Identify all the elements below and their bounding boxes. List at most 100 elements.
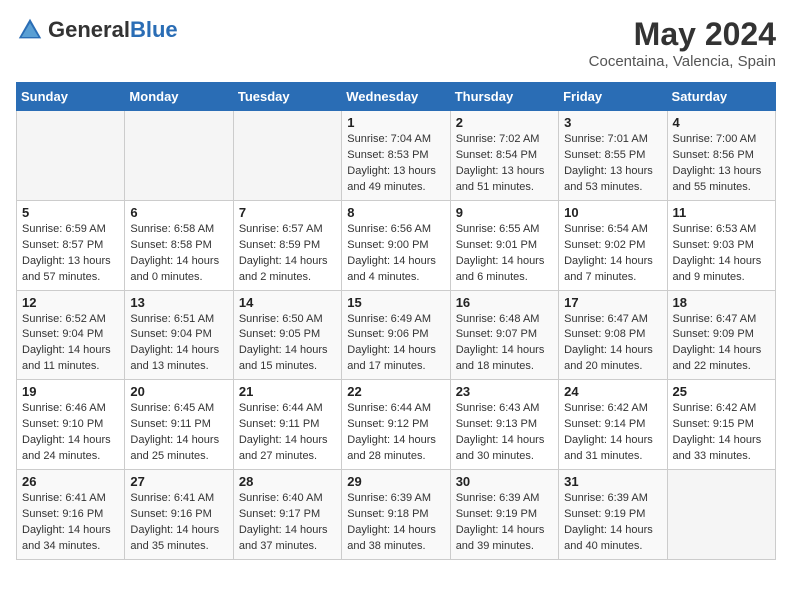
calendar-day-cell: 6Sunrise: 6:58 AMSunset: 8:58 PMDaylight…	[125, 200, 233, 290]
day-info: Sunrise: 6:39 AMSunset: 9:19 PMDaylight:…	[456, 491, 553, 555]
calendar-header-friday: Friday	[559, 83, 667, 111]
calendar-day-cell: 16 Sunrise: 6:48 AMSunset: 9:07 PMDayligh…	[450, 290, 558, 380]
day-number: 10	[564, 205, 661, 220]
day-info: Sunrise: 6:48 AMSunset: 9:07 PMDaylight:…	[456, 312, 553, 376]
calendar-week-row: 19 Sunrise: 6:46 AMSunset: 9:10 PMDayligh…	[17, 380, 776, 470]
day-info: Sunrise: 6:57 AMSunset: 8:59 PMDaylight:…	[239, 222, 336, 286]
day-number: 2	[456, 115, 553, 130]
day-info: Sunrise: 6:55 AMSunset: 9:01 PMDaylight:…	[456, 222, 553, 286]
calendar-day-cell	[125, 111, 233, 201]
calendar-day-cell: 3Sunrise: 7:01 AMSunset: 8:55 PMDaylight…	[559, 111, 667, 201]
calendar-header-sunday: Sunday	[17, 83, 125, 111]
day-number: 16	[456, 295, 553, 310]
calendar-day-cell: 18Sunrise: 6:47 AMSunset: 9:09 PMDayligh…	[667, 290, 775, 380]
day-info: Sunrise: 6:43 AMSunset: 9:13 PMDaylight:…	[456, 401, 553, 465]
calendar-day-cell: 30 Sunrise: 6:39 AMSunset: 9:19 PMDayligh…	[450, 470, 558, 560]
day-number: 8	[347, 205, 444, 220]
day-info: Sunrise: 6:47 AMSunset: 9:08 PMDaylight:…	[564, 312, 661, 376]
calendar-header-thursday: Thursday	[450, 83, 558, 111]
day-info: Sunrise: 7:01 AMSunset: 8:55 PMDaylight:…	[564, 132, 661, 196]
day-number: 31	[564, 474, 661, 489]
day-info: Sunrise: 7:00 AMSunset: 8:56 PMDaylight:…	[673, 132, 770, 196]
calendar-day-cell	[667, 470, 775, 560]
day-info: Sunrise: 6:50 AMSunset: 9:05 PMDaylight:…	[239, 312, 336, 376]
day-info: Sunrise: 6:51 AMSunset: 9:04 PMDaylight:…	[130, 312, 227, 376]
day-number: 15	[347, 295, 444, 310]
calendar-day-cell: 14 Sunrise: 6:50 AMSunset: 9:05 PMDayligh…	[233, 290, 341, 380]
day-info: Sunrise: 6:41 AMSunset: 9:16 PMDaylight:…	[130, 491, 227, 555]
day-number: 19	[22, 384, 119, 399]
day-info: Sunrise: 6:40 AMSunset: 9:17 PMDaylight:…	[239, 491, 336, 555]
calendar-header-row: SundayMondayTuesdayWednesdayThursdayFrid…	[17, 83, 776, 111]
generalblue-logo-icon	[16, 16, 44, 44]
calendar-day-cell: 7Sunrise: 6:57 AMSunset: 8:59 PMDaylight…	[233, 200, 341, 290]
day-info: Sunrise: 7:02 AMSunset: 8:54 PMDaylight:…	[456, 132, 553, 196]
day-number: 17	[564, 295, 661, 310]
calendar-day-cell: 19 Sunrise: 6:46 AMSunset: 9:10 PMDayligh…	[17, 380, 125, 470]
calendar-day-cell: 5Sunrise: 6:59 AMSunset: 8:57 PMDaylight…	[17, 200, 125, 290]
calendar-day-cell	[233, 111, 341, 201]
calendar-day-cell: 24Sunrise: 6:42 AMSunset: 9:14 PMDayligh…	[559, 380, 667, 470]
day-number: 29	[347, 474, 444, 489]
calendar-day-cell: 2 Sunrise: 7:02 AMSunset: 8:54 PMDaylight…	[450, 111, 558, 201]
day-info: Sunrise: 6:41 AMSunset: 9:16 PMDaylight:…	[22, 491, 119, 555]
day-number: 27	[130, 474, 227, 489]
calendar-day-cell: 10 Sunrise: 6:54 AMSunset: 9:02 PMDayligh…	[559, 200, 667, 290]
calendar-day-cell	[17, 111, 125, 201]
day-number: 14	[239, 295, 336, 310]
day-number: 25	[673, 384, 770, 399]
day-number: 30	[456, 474, 553, 489]
logo-text: GeneralBlue	[48, 17, 178, 43]
day-number: 26	[22, 474, 119, 489]
calendar-header-tuesday: Tuesday	[233, 83, 341, 111]
calendar-day-cell: 17 Sunrise: 6:47 AMSunset: 9:08 PMDayligh…	[559, 290, 667, 380]
day-number: 23	[456, 384, 553, 399]
day-info: Sunrise: 6:49 AMSunset: 9:06 PMDaylight:…	[347, 312, 444, 376]
calendar-table: SundayMondayTuesdayWednesdayThursdayFrid…	[16, 82, 776, 560]
calendar-week-row: 5Sunrise: 6:59 AMSunset: 8:57 PMDaylight…	[17, 200, 776, 290]
calendar-day-cell: 8 Sunrise: 6:56 AMSunset: 9:00 PMDaylight…	[342, 200, 450, 290]
calendar-day-cell: 13 Sunrise: 6:51 AMSunset: 9:04 PMDayligh…	[125, 290, 233, 380]
day-info: Sunrise: 6:53 AMSunset: 9:03 PMDaylight:…	[673, 222, 770, 286]
day-number: 13	[130, 295, 227, 310]
day-number: 28	[239, 474, 336, 489]
calendar-day-cell: 22Sunrise: 6:44 AMSunset: 9:12 PMDayligh…	[342, 380, 450, 470]
calendar-day-cell: 15 Sunrise: 6:49 AMSunset: 9:06 PMDayligh…	[342, 290, 450, 380]
calendar-day-cell: 4Sunrise: 7:00 AMSunset: 8:56 PMDaylight…	[667, 111, 775, 201]
calendar-week-row: 26 Sunrise: 6:41 AMSunset: 9:16 PMDayligh…	[17, 470, 776, 560]
day-info: Sunrise: 6:52 AMSunset: 9:04 PMDaylight:…	[22, 312, 119, 376]
calendar-week-row: 12Sunrise: 6:52 AMSunset: 9:04 PMDayligh…	[17, 290, 776, 380]
calendar-header-saturday: Saturday	[667, 83, 775, 111]
calendar-day-cell: 9 Sunrise: 6:55 AMSunset: 9:01 PMDaylight…	[450, 200, 558, 290]
calendar-day-cell: 23 Sunrise: 6:43 AMSunset: 9:13 PMDayligh…	[450, 380, 558, 470]
calendar-day-cell: 21Sunrise: 6:44 AMSunset: 9:11 PMDayligh…	[233, 380, 341, 470]
day-info: Sunrise: 6:42 AMSunset: 9:15 PMDaylight:…	[673, 401, 770, 465]
day-number: 11	[673, 205, 770, 220]
title-block: May 2024 Cocentaina, Valencia, Spain	[589, 16, 776, 70]
day-info: Sunrise: 6:56 AMSunset: 9:00 PMDaylight:…	[347, 222, 444, 286]
day-info: Sunrise: 6:47 AMSunset: 9:09 PMDaylight:…	[673, 312, 770, 376]
logo: GeneralBlue	[16, 16, 178, 44]
day-info: Sunrise: 6:46 AMSunset: 9:10 PMDaylight:…	[22, 401, 119, 465]
calendar-day-cell: 1 Sunrise: 7:04 AMSunset: 8:53 PMDaylight…	[342, 111, 450, 201]
calendar-day-cell: 20Sunrise: 6:45 AMSunset: 9:11 PMDayligh…	[125, 380, 233, 470]
calendar-day-cell: 12Sunrise: 6:52 AMSunset: 9:04 PMDayligh…	[17, 290, 125, 380]
calendar-day-cell: 11 Sunrise: 6:53 AMSunset: 9:03 PMDayligh…	[667, 200, 775, 290]
day-info: Sunrise: 6:59 AMSunset: 8:57 PMDaylight:…	[22, 222, 119, 286]
subtitle: Cocentaina, Valencia, Spain	[589, 53, 776, 70]
day-number: 1	[347, 115, 444, 130]
calendar-day-cell: 28 Sunrise: 6:40 AMSunset: 9:17 PMDayligh…	[233, 470, 341, 560]
day-info: Sunrise: 6:45 AMSunset: 9:11 PMDaylight:…	[130, 401, 227, 465]
day-info: Sunrise: 6:54 AMSunset: 9:02 PMDaylight:…	[564, 222, 661, 286]
day-number: 9	[456, 205, 553, 220]
day-info: Sunrise: 6:58 AMSunset: 8:58 PMDaylight:…	[130, 222, 227, 286]
day-info: Sunrise: 6:44 AMSunset: 9:12 PMDaylight:…	[347, 401, 444, 465]
day-number: 24	[564, 384, 661, 399]
page-header: GeneralBlue May 2024 Cocentaina, Valenci…	[16, 16, 776, 70]
day-info: Sunrise: 7:04 AMSunset: 8:53 PMDaylight:…	[347, 132, 444, 196]
calendar-header-monday: Monday	[125, 83, 233, 111]
calendar-day-cell: 29Sunrise: 6:39 AMSunset: 9:18 PMDayligh…	[342, 470, 450, 560]
main-title: May 2024	[589, 16, 776, 53]
calendar-week-row: 1 Sunrise: 7:04 AMSunset: 8:53 PMDaylight…	[17, 111, 776, 201]
calendar-header-wednesday: Wednesday	[342, 83, 450, 111]
